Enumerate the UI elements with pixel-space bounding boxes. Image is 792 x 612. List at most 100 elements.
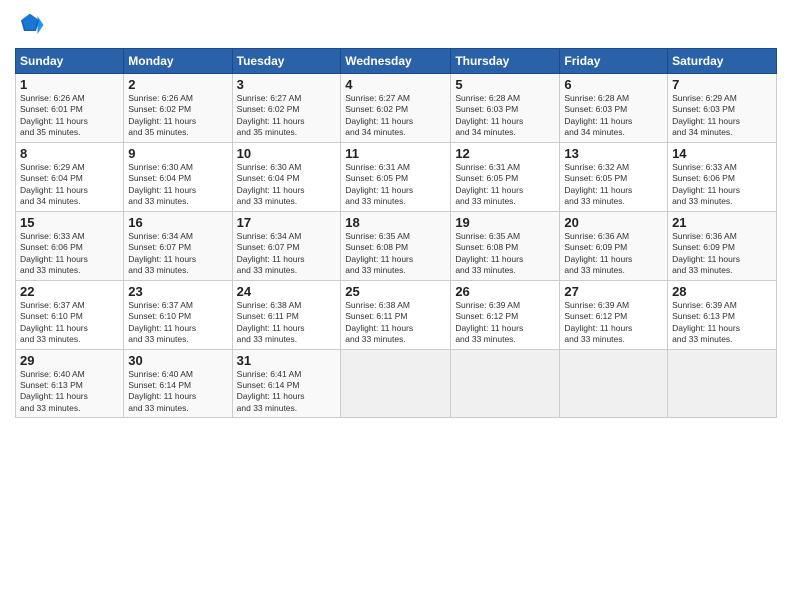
calendar-cell: 13Sunrise: 6:32 AM Sunset: 6:05 PM Dayli… <box>560 142 668 211</box>
day-number: 11 <box>345 146 446 161</box>
day-info: Sunrise: 6:34 AM Sunset: 6:07 PM Dayligh… <box>128 231 227 277</box>
calendar-cell: 1Sunrise: 6:26 AM Sunset: 6:01 PM Daylig… <box>16 74 124 143</box>
day-number: 19 <box>455 215 555 230</box>
day-number: 31 <box>237 353 337 368</box>
calendar-cell: 6Sunrise: 6:28 AM Sunset: 6:03 PM Daylig… <box>560 74 668 143</box>
day-info: Sunrise: 6:29 AM Sunset: 6:03 PM Dayligh… <box>672 93 772 139</box>
day-number: 1 <box>20 77 119 92</box>
day-info: Sunrise: 6:37 AM Sunset: 6:10 PM Dayligh… <box>128 300 227 346</box>
day-number: 6 <box>564 77 663 92</box>
weekday-header: Sunday <box>16 49 124 74</box>
calendar-cell: 31Sunrise: 6:41 AM Sunset: 6:14 PM Dayli… <box>232 349 341 418</box>
logo <box>15 10 49 40</box>
day-info: Sunrise: 6:36 AM Sunset: 6:09 PM Dayligh… <box>564 231 663 277</box>
calendar-cell: 17Sunrise: 6:34 AM Sunset: 6:07 PM Dayli… <box>232 211 341 280</box>
calendar-cell: 30Sunrise: 6:40 AM Sunset: 6:14 PM Dayli… <box>124 349 232 418</box>
calendar-cell: 12Sunrise: 6:31 AM Sunset: 6:05 PM Dayli… <box>451 142 560 211</box>
weekday-header: Wednesday <box>341 49 451 74</box>
day-info: Sunrise: 6:30 AM Sunset: 6:04 PM Dayligh… <box>128 162 227 208</box>
calendar-cell: 5Sunrise: 6:28 AM Sunset: 6:03 PM Daylig… <box>451 74 560 143</box>
day-number: 12 <box>455 146 555 161</box>
calendar-cell: 7Sunrise: 6:29 AM Sunset: 6:03 PM Daylig… <box>668 74 777 143</box>
calendar-cell <box>341 349 451 418</box>
calendar-week-row: 8Sunrise: 6:29 AM Sunset: 6:04 PM Daylig… <box>16 142 777 211</box>
day-number: 8 <box>20 146 119 161</box>
day-info: Sunrise: 6:31 AM Sunset: 6:05 PM Dayligh… <box>345 162 446 208</box>
day-number: 21 <box>672 215 772 230</box>
day-info: Sunrise: 6:40 AM Sunset: 6:13 PM Dayligh… <box>20 369 119 415</box>
day-info: Sunrise: 6:38 AM Sunset: 6:11 PM Dayligh… <box>345 300 446 346</box>
header <box>15 10 777 40</box>
calendar-cell: 23Sunrise: 6:37 AM Sunset: 6:10 PM Dayli… <box>124 280 232 349</box>
calendar-cell: 16Sunrise: 6:34 AM Sunset: 6:07 PM Dayli… <box>124 211 232 280</box>
day-number: 23 <box>128 284 227 299</box>
day-number: 17 <box>237 215 337 230</box>
day-number: 14 <box>672 146 772 161</box>
day-info: Sunrise: 6:26 AM Sunset: 6:01 PM Dayligh… <box>20 93 119 139</box>
calendar-cell: 3Sunrise: 6:27 AM Sunset: 6:02 PM Daylig… <box>232 74 341 143</box>
calendar-cell: 29Sunrise: 6:40 AM Sunset: 6:13 PM Dayli… <box>16 349 124 418</box>
calendar-header: SundayMondayTuesdayWednesdayThursdayFrid… <box>16 49 777 74</box>
day-info: Sunrise: 6:40 AM Sunset: 6:14 PM Dayligh… <box>128 369 227 415</box>
day-number: 27 <box>564 284 663 299</box>
calendar-body: 1Sunrise: 6:26 AM Sunset: 6:01 PM Daylig… <box>16 74 777 418</box>
day-info: Sunrise: 6:27 AM Sunset: 6:02 PM Dayligh… <box>237 93 337 139</box>
weekday-header: Thursday <box>451 49 560 74</box>
day-number: 29 <box>20 353 119 368</box>
day-info: Sunrise: 6:35 AM Sunset: 6:08 PM Dayligh… <box>455 231 555 277</box>
calendar-cell: 14Sunrise: 6:33 AM Sunset: 6:06 PM Dayli… <box>668 142 777 211</box>
calendar-cell: 24Sunrise: 6:38 AM Sunset: 6:11 PM Dayli… <box>232 280 341 349</box>
calendar-cell: 9Sunrise: 6:30 AM Sunset: 6:04 PM Daylig… <box>124 142 232 211</box>
calendar-week-row: 1Sunrise: 6:26 AM Sunset: 6:01 PM Daylig… <box>16 74 777 143</box>
logo-icon <box>15 10 45 40</box>
day-number: 9 <box>128 146 227 161</box>
day-info: Sunrise: 6:39 AM Sunset: 6:13 PM Dayligh… <box>672 300 772 346</box>
calendar-cell: 27Sunrise: 6:39 AM Sunset: 6:12 PM Dayli… <box>560 280 668 349</box>
weekday-header: Friday <box>560 49 668 74</box>
calendar-week-row: 15Sunrise: 6:33 AM Sunset: 6:06 PM Dayli… <box>16 211 777 280</box>
day-number: 3 <box>237 77 337 92</box>
day-number: 7 <box>672 77 772 92</box>
day-info: Sunrise: 6:39 AM Sunset: 6:12 PM Dayligh… <box>564 300 663 346</box>
day-number: 13 <box>564 146 663 161</box>
weekday-header: Tuesday <box>232 49 341 74</box>
day-info: Sunrise: 6:36 AM Sunset: 6:09 PM Dayligh… <box>672 231 772 277</box>
calendar-cell: 22Sunrise: 6:37 AM Sunset: 6:10 PM Dayli… <box>16 280 124 349</box>
calendar-cell: 2Sunrise: 6:26 AM Sunset: 6:02 PM Daylig… <box>124 74 232 143</box>
day-number: 30 <box>128 353 227 368</box>
day-info: Sunrise: 6:33 AM Sunset: 6:06 PM Dayligh… <box>20 231 119 277</box>
calendar-cell: 26Sunrise: 6:39 AM Sunset: 6:12 PM Dayli… <box>451 280 560 349</box>
day-info: Sunrise: 6:35 AM Sunset: 6:08 PM Dayligh… <box>345 231 446 277</box>
calendar-cell: 18Sunrise: 6:35 AM Sunset: 6:08 PM Dayli… <box>341 211 451 280</box>
day-number: 15 <box>20 215 119 230</box>
calendar-cell: 15Sunrise: 6:33 AM Sunset: 6:06 PM Dayli… <box>16 211 124 280</box>
day-number: 25 <box>345 284 446 299</box>
day-number: 22 <box>20 284 119 299</box>
day-info: Sunrise: 6:37 AM Sunset: 6:10 PM Dayligh… <box>20 300 119 346</box>
calendar-cell: 8Sunrise: 6:29 AM Sunset: 6:04 PM Daylig… <box>16 142 124 211</box>
day-number: 5 <box>455 77 555 92</box>
day-info: Sunrise: 6:39 AM Sunset: 6:12 PM Dayligh… <box>455 300 555 346</box>
day-number: 16 <box>128 215 227 230</box>
day-number: 28 <box>672 284 772 299</box>
calendar-cell: 20Sunrise: 6:36 AM Sunset: 6:09 PM Dayli… <box>560 211 668 280</box>
weekday-header: Monday <box>124 49 232 74</box>
day-info: Sunrise: 6:28 AM Sunset: 6:03 PM Dayligh… <box>455 93 555 139</box>
page: SundayMondayTuesdayWednesdayThursdayFrid… <box>0 0 792 612</box>
day-number: 24 <box>237 284 337 299</box>
day-info: Sunrise: 6:28 AM Sunset: 6:03 PM Dayligh… <box>564 93 663 139</box>
calendar-cell <box>560 349 668 418</box>
day-number: 4 <box>345 77 446 92</box>
day-info: Sunrise: 6:29 AM Sunset: 6:04 PM Dayligh… <box>20 162 119 208</box>
day-number: 20 <box>564 215 663 230</box>
day-number: 18 <box>345 215 446 230</box>
calendar-cell <box>668 349 777 418</box>
weekday-row: SundayMondayTuesdayWednesdayThursdayFrid… <box>16 49 777 74</box>
calendar-cell: 10Sunrise: 6:30 AM Sunset: 6:04 PM Dayli… <box>232 142 341 211</box>
calendar: SundayMondayTuesdayWednesdayThursdayFrid… <box>15 48 777 418</box>
weekday-header: Saturday <box>668 49 777 74</box>
calendar-week-row: 29Sunrise: 6:40 AM Sunset: 6:13 PM Dayli… <box>16 349 777 418</box>
calendar-cell: 4Sunrise: 6:27 AM Sunset: 6:02 PM Daylig… <box>341 74 451 143</box>
day-number: 10 <box>237 146 337 161</box>
calendar-cell: 25Sunrise: 6:38 AM Sunset: 6:11 PM Dayli… <box>341 280 451 349</box>
